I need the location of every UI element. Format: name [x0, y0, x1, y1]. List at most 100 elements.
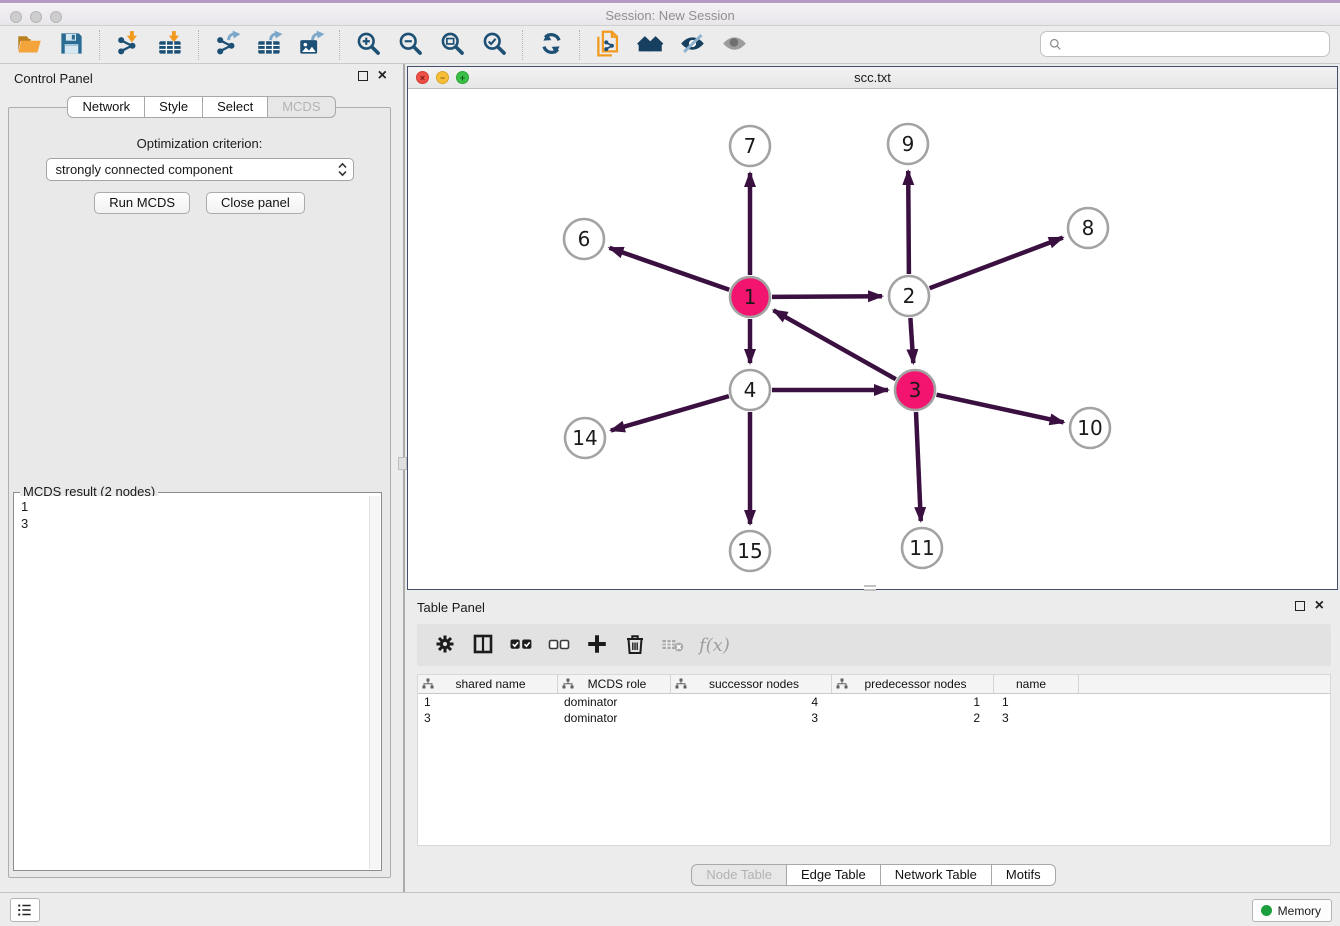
- export-network-button[interactable]: [209, 29, 245, 61]
- optimization-criterion-label: Optimization criterion:: [9, 136, 390, 151]
- mcds-result-text[interactable]: 13: [15, 496, 368, 869]
- table-tab-edge-table[interactable]: Edge Table: [787, 864, 881, 886]
- open-file-button[interactable]: [11, 29, 47, 61]
- edge-2-8[interactable]: [930, 238, 1063, 289]
- optimization-criterion-value: strongly connected component: [56, 162, 338, 177]
- zoom-selected-button[interactable]: [476, 29, 512, 61]
- node-1[interactable]: 1: [730, 277, 770, 317]
- column-header-successor-nodes[interactable]: successor nodes: [671, 675, 832, 693]
- node-11[interactable]: 11: [902, 528, 942, 568]
- hierarchy-icon: [422, 678, 434, 690]
- float-table-panel-icon[interactable]: [1295, 601, 1305, 611]
- zoom-in-icon: [355, 30, 382, 60]
- node-15[interactable]: 15: [730, 531, 770, 571]
- show-column-button[interactable]: [467, 629, 499, 661]
- svg-text:6: 6: [578, 227, 591, 251]
- edge-2-9[interactable]: [908, 171, 909, 274]
- task-history-button[interactable]: [10, 898, 40, 922]
- cell-mcds-role: dominator: [558, 710, 671, 726]
- column-header-name[interactable]: name: [994, 675, 1079, 693]
- network-window-titlebar[interactable]: × − + scc.txt: [408, 67, 1337, 89]
- network-canvas[interactable]: 7 9 6 8 1 2 4 3 14 10 15 11: [408, 89, 1337, 589]
- memory-button[interactable]: Memory: [1252, 899, 1332, 922]
- toolbar-icons: [8, 29, 755, 61]
- network-window-title: scc.txt: [408, 70, 1337, 85]
- add-column-button[interactable]: [581, 629, 613, 661]
- column-header-predecessor-nodes[interactable]: predecessor nodes: [832, 675, 994, 693]
- node-3[interactable]: 3: [895, 370, 935, 410]
- home-view-icon: [637, 30, 664, 60]
- search-box[interactable]: [1040, 31, 1330, 57]
- node-8[interactable]: 8: [1068, 208, 1108, 248]
- optimization-criterion-select[interactable]: strongly connected component: [46, 158, 354, 181]
- export-table-button[interactable]: [251, 29, 287, 61]
- edge-4-14[interactable]: [611, 396, 729, 430]
- import-network-button[interactable]: [110, 29, 146, 61]
- result-scrollbar[interactable]: [369, 496, 380, 869]
- hierarchy-icon: [836, 678, 848, 690]
- edge-2-3[interactable]: [910, 318, 913, 363]
- show-graphics-details-button[interactable]: [716, 29, 752, 61]
- float-panel-icon[interactable]: [358, 71, 368, 81]
- node-2[interactable]: 2: [889, 276, 929, 316]
- save-session-icon: [58, 30, 85, 60]
- export-image-icon: [298, 30, 325, 60]
- edge-1-2[interactable]: [772, 296, 882, 297]
- control-panel-tabs: NetworkStyleSelectMCDS: [0, 96, 403, 118]
- save-session-button[interactable]: [53, 29, 89, 61]
- table-tab-network-table[interactable]: Network Table: [881, 864, 992, 886]
- toolbar-separator: [579, 30, 580, 60]
- edge-3-11[interactable]: [916, 412, 921, 521]
- panel-splitter-grip[interactable]: [398, 457, 407, 470]
- select-all-columns-icon: [509, 632, 533, 659]
- svg-text:15: 15: [737, 539, 762, 563]
- tab-select[interactable]: Select: [203, 96, 268, 118]
- refresh-view-icon: [538, 30, 565, 60]
- table-row[interactable]: 3dominator323: [418, 710, 1330, 726]
- run-mcds-button[interactable]: Run MCDS: [94, 192, 190, 214]
- column-header-shared-name[interactable]: shared name: [418, 675, 558, 693]
- edge-3-1[interactable]: [774, 310, 896, 379]
- delete-column-button[interactable]: [619, 629, 651, 661]
- table-panel: Table Panel × f(x) shared nameMCDS roles…: [407, 594, 1340, 892]
- zoom-fit-icon: [439, 30, 466, 60]
- home-view-button[interactable]: [632, 29, 668, 61]
- edge-1-6[interactable]: [610, 248, 730, 290]
- zoom-out-icon: [397, 30, 424, 60]
- node-9[interactable]: 9: [888, 124, 928, 164]
- hide-graphics-details-button[interactable]: [674, 29, 710, 61]
- tab-network[interactable]: Network: [67, 96, 145, 118]
- refresh-view-button[interactable]: [533, 29, 569, 61]
- close-panel-button[interactable]: Close panel: [206, 192, 305, 214]
- edge-3-10[interactable]: [937, 395, 1064, 423]
- column-header-mcds-role[interactable]: MCDS role: [558, 675, 671, 693]
- node-7[interactable]: 7: [730, 126, 770, 166]
- tab-mcds[interactable]: MCDS: [268, 96, 335, 118]
- node-14[interactable]: 14: [565, 418, 605, 458]
- network-resize-grip[interactable]: [864, 585, 876, 591]
- table-tab-motifs[interactable]: Motifs: [992, 864, 1056, 886]
- node-6[interactable]: 6: [564, 219, 604, 259]
- cell-shared-name: 1: [418, 694, 558, 710]
- zoom-fit-button[interactable]: [434, 29, 470, 61]
- close-panel-icon[interactable]: ×: [378, 70, 387, 82]
- deselect-all-columns-button[interactable]: [543, 629, 575, 661]
- search-input[interactable]: [1067, 37, 1321, 52]
- close-table-panel-icon[interactable]: ×: [1315, 600, 1324, 612]
- table-settings-gear-button[interactable]: [429, 629, 461, 661]
- zoom-in-button[interactable]: [350, 29, 386, 61]
- node-4[interactable]: 4: [730, 370, 770, 410]
- table-row[interactable]: 1dominator411: [418, 694, 1330, 710]
- create-network-view-button[interactable]: [590, 29, 626, 61]
- select-all-columns-button[interactable]: [505, 629, 537, 661]
- mcds-tab-content: Optimization criterion: strongly connect…: [8, 107, 391, 878]
- node-10[interactable]: 10: [1070, 408, 1110, 448]
- control-panel-title: Control Panel: [14, 71, 93, 86]
- table-tab-node-table[interactable]: Node Table: [691, 864, 787, 886]
- zoom-out-button[interactable]: [392, 29, 428, 61]
- import-table-button[interactable]: [152, 29, 188, 61]
- tab-style[interactable]: Style: [145, 96, 203, 118]
- deselect-all-columns-icon: [547, 632, 571, 659]
- export-image-button[interactable]: [293, 29, 329, 61]
- svg-text:2: 2: [903, 284, 916, 308]
